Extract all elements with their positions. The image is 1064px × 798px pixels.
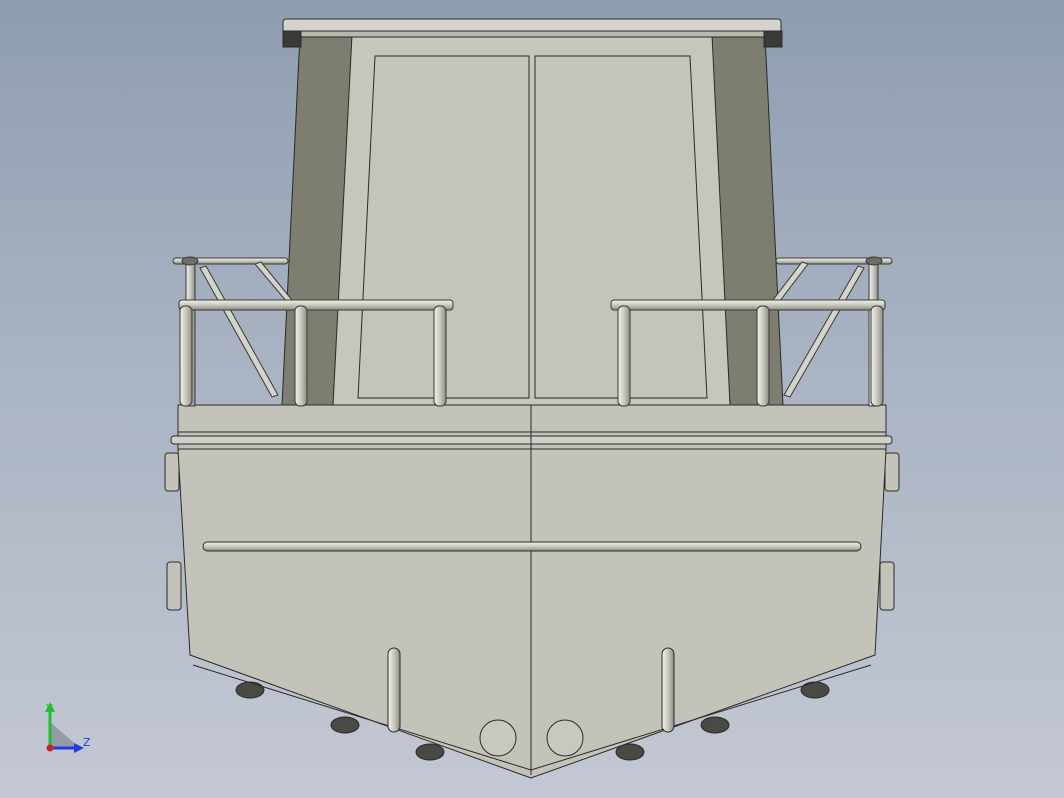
- triad-x-axis-dot: [46, 744, 54, 752]
- rail-right-post-2: [756, 305, 770, 407]
- hawse-hole-left: [479, 719, 517, 757]
- rail-left-brace-1: [199, 265, 279, 398]
- cabin: [281, 18, 784, 406]
- rail-right-brace-1: [783, 265, 865, 398]
- rail-right-brace-2: [772, 261, 809, 303]
- rail-right-post-cap: [865, 256, 883, 266]
- hull: [164, 404, 900, 779]
- fender-right-lower: [879, 561, 895, 611]
- rail-left-brace-2: [254, 261, 293, 303]
- cabin-roof-lip: [282, 30, 782, 38]
- fender-left-upper: [164, 452, 180, 492]
- boat-model-front-view[interactable]: Y Z: [0, 0, 1064, 798]
- rail-left-post-cap: [181, 256, 199, 266]
- triad-y-label: Y: [45, 702, 53, 715]
- keel-shadow-6: [800, 681, 830, 699]
- rail-left-post-3: [433, 305, 447, 407]
- rail-left-post-1: [179, 305, 193, 407]
- lift-bar-right: [661, 647, 675, 733]
- hull-body: [177, 404, 887, 779]
- rail-right-front-top: [610, 299, 886, 311]
- rail-right-post-1: [617, 305, 631, 407]
- keel-shadow-2: [330, 716, 360, 734]
- fender-left-lower: [166, 561, 182, 611]
- fender-right-upper: [884, 452, 900, 492]
- roof-left-block: [282, 30, 302, 48]
- roof-right-block: [763, 30, 783, 48]
- cad-viewport[interactable]: Y Z: [0, 0, 1064, 798]
- triad-z-label: Z: [83, 736, 91, 749]
- hawse-hole-right: [546, 719, 584, 757]
- lift-bar-left: [387, 647, 401, 733]
- rub-strake: [202, 541, 862, 552]
- view-triad[interactable]: Y Z: [45, 702, 91, 753]
- keel-shadow-5: [700, 716, 730, 734]
- rail-left-front-top: [178, 299, 454, 311]
- keel-shadow-3: [415, 743, 445, 761]
- rail-left-post-2: [294, 305, 308, 407]
- keel-shadow-1: [235, 681, 265, 699]
- rail-right-post-3: [870, 305, 884, 407]
